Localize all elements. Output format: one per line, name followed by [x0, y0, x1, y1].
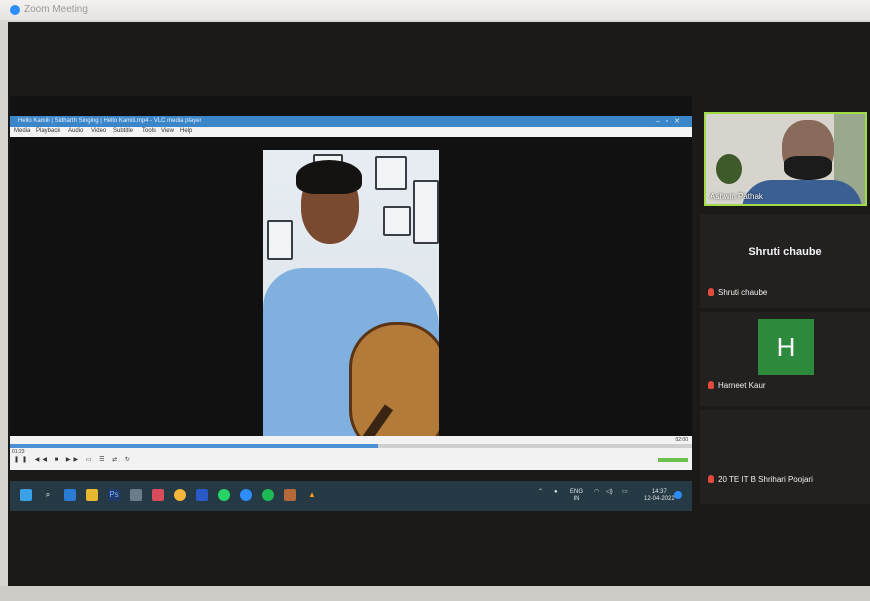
screen-bezel — [0, 586, 870, 601]
zoom-title-bar: Zoom Meeting — [0, 0, 870, 20]
chrome-icon[interactable] — [174, 489, 186, 501]
app-icon[interactable] — [284, 489, 296, 501]
vlc-video-area[interactable] — [10, 137, 692, 462]
wall-tile — [375, 156, 407, 190]
windows-taskbar: ⌕ Ps ▲ ⌃ ● ENG IN ◠ ◁) ▭ 14:37 12-04-202… — [10, 481, 692, 511]
menu-media[interactable]: Media — [14, 128, 30, 134]
vlc-controls-bar: 02:00 01:23 ❚❚ ◀◀ ■ ▶▶ ▭ ☰ ⇄ ↻ — [10, 436, 692, 470]
menu-view[interactable]: View — [161, 128, 174, 134]
menu-help[interactable]: Help — [180, 128, 192, 134]
time-total: 02:00 — [675, 437, 688, 443]
vlc-icon[interactable]: ▲ — [306, 489, 318, 501]
menu-video[interactable]: Video — [91, 128, 106, 134]
shared-screen-vlc-window[interactable]: Hello Kamili | Sidharth Singing | Hello … — [10, 96, 692, 470]
search-icon[interactable]: ⌕ — [42, 489, 54, 501]
app-icon[interactable] — [152, 489, 164, 501]
participant-label-shruti: Shruti chaube — [708, 288, 767, 297]
mic-muted-icon — [708, 288, 714, 296]
participant-label-harneet: Harneet Kaur — [708, 381, 766, 390]
zoom-app-icon — [10, 5, 20, 15]
video-background — [716, 154, 742, 184]
seek-bar[interactable] — [10, 444, 692, 448]
vlc-title-bar[interactable]: Hello Kamili | Sidharth Singing | Hello … — [10, 116, 692, 127]
wall-tile — [267, 220, 293, 260]
file-explorer-icon[interactable] — [86, 489, 98, 501]
vlc-menu-bar: Media Playback Audio Video Subtitle Tool… — [10, 127, 692, 137]
participant-tile-self[interactable]: Ashwin Pathak — [704, 112, 867, 206]
participant-tile-shrihari[interactable] — [700, 410, 870, 504]
zoom-icon[interactable] — [240, 489, 252, 501]
wifi-icon[interactable]: ◠ — [594, 489, 599, 496]
language-indicator[interactable]: ENG IN — [570, 489, 583, 503]
taskbar-clock[interactable]: 14:37 12-04-2022 — [644, 489, 675, 503]
window-controls[interactable]: –▫✕ — [656, 117, 686, 125]
mic-muted-icon — [708, 475, 714, 483]
seek-bar-progress — [10, 444, 379, 448]
photoshop-icon[interactable]: Ps — [108, 489, 120, 501]
edge-icon[interactable] — [64, 489, 76, 501]
menu-audio[interactable]: Audio — [68, 128, 83, 134]
participant-label-shrihari: 20 TE IT B Shrihari Poojari — [708, 475, 813, 484]
mic-icon[interactable]: ● — [554, 489, 558, 496]
menu-playback[interactable]: Playback — [36, 128, 60, 134]
notification-icon[interactable] — [674, 491, 682, 499]
menu-tools[interactable]: Tools — [142, 128, 156, 134]
wall-tile — [413, 180, 439, 244]
whatsapp-icon[interactable] — [218, 489, 230, 501]
participant-name-large: Shruti chaube — [748, 246, 822, 258]
volume-slider[interactable] — [658, 458, 688, 462]
volume-icon[interactable]: ◁) — [606, 489, 613, 496]
face-mask — [784, 156, 832, 180]
wall-tile — [383, 206, 411, 236]
participant-name: Ashwin Pathak — [710, 192, 763, 201]
windows-start-icon[interactable] — [20, 489, 32, 501]
playback-buttons[interactable]: ❚❚ ◀◀ ■ ▶▶ ▭ ☰ ⇄ ↻ — [14, 456, 133, 463]
participant-avatar: H — [758, 319, 814, 375]
zoom-window-title: Zoom Meeting — [24, 4, 88, 15]
spotify-icon[interactable] — [262, 489, 274, 501]
time-elapsed: 01:23 — [12, 449, 25, 455]
battery-icon[interactable]: ▭ — [622, 489, 628, 496]
mic-muted-icon — [708, 381, 714, 389]
tray-chevron-icon[interactable]: ⌃ — [538, 489, 543, 496]
menu-subtitle[interactable]: Subtitle — [113, 128, 133, 134]
singer-hair — [296, 160, 362, 194]
video-frame-singer — [263, 150, 439, 462]
app-icon[interactable] — [130, 489, 142, 501]
app-icon[interactable] — [196, 489, 208, 501]
vlc-window-title: Hello Kamili | Sidharth Singing | Hello … — [18, 118, 202, 124]
